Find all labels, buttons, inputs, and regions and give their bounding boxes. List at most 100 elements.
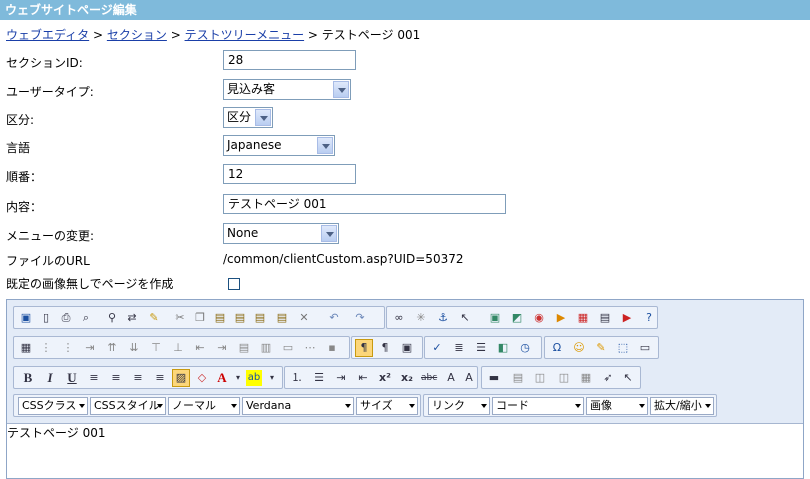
snippet-icon[interactable]: ✎ [593,340,609,356]
font-size-increase-icon[interactable]: A [443,370,459,386]
form-icon[interactable]: ≣ [451,340,467,356]
code-dropdown[interactable]: コード [492,397,584,415]
indent-icon[interactable]: ⇥ [333,370,349,386]
eraser-icon[interactable]: ◇ [194,370,210,386]
breadcrumb-link-section[interactable]: セクション [107,28,167,42]
back-color-icon[interactable]: ab [246,370,262,386]
zoom-dropdown[interactable]: 拡大/縮小 [650,397,714,415]
split-cell-vertical-icon[interactable]: ▥ [258,340,274,356]
paste-html-icon[interactable]: ▤ [274,310,290,326]
css-class-dropdown[interactable]: CSSクラス [18,397,88,415]
chevron-down-icon[interactable] [157,404,163,408]
chevron-down-icon[interactable] [705,404,711,408]
delete-icon[interactable]: ✕ [296,310,312,326]
special-character-icon[interactable]: Ω [549,340,565,356]
show-borders-icon[interactable]: ▣ [399,340,415,356]
replace-icon[interactable]: ⇄ [124,310,140,326]
chevron-down-icon[interactable] [321,225,337,242]
font-size-decrease-icon[interactable]: A [461,370,477,386]
cut-icon[interactable]: ✂ [172,310,188,326]
order-input[interactable]: 12 [223,164,356,184]
align-right-icon[interactable]: ≡ [130,370,146,386]
select-element-icon[interactable]: ➶ [600,370,616,386]
insert-paragraph-icon[interactable]: ▤ [510,370,526,386]
delete-row-icon[interactable]: ⊥ [170,340,186,356]
italic-icon[interactable]: I [42,370,58,386]
paste-icon[interactable]: ▤ [212,310,228,326]
table-properties-icon[interactable]: ⋯ [302,340,318,356]
chevron-down-icon[interactable] [333,81,349,98]
breadcrumb-link-web-editor[interactable]: ウェブエディタ [6,28,89,42]
language-select[interactable]: Japanese [223,135,335,156]
insert-row-below-icon[interactable]: ⇊ [126,340,142,356]
send-backward-icon[interactable]: ◫ [556,370,572,386]
section-id-input[interactable]: 28 [223,50,356,70]
chevron-down-icon[interactable] [255,109,271,126]
underline-icon[interactable]: U [64,370,80,386]
fore-color-icon[interactable]: A [214,370,230,386]
chevron-down-icon[interactable] [345,404,351,408]
pointer-icon[interactable]: ↖ [620,370,636,386]
chevron-down-icon[interactable] [231,404,237,408]
find-icon[interactable]: ⚲ [104,310,120,326]
paragraph-rtl-icon[interactable]: ¶ [377,340,393,356]
merge-left-icon[interactable]: ⇤ [192,340,208,356]
category-select[interactable]: 区分 [223,107,273,128]
bold-icon[interactable]: B [20,370,36,386]
split-cell-icon[interactable]: ▤ [236,340,252,356]
paste-text-icon[interactable]: ▤ [232,310,248,326]
strikethrough-icon[interactable]: abc [421,370,437,386]
delete-table-icon[interactable]: ▪ [324,340,340,356]
textbox-icon[interactable]: ☰ [473,340,489,356]
xhtml-validator-icon[interactable]: ▭ [637,340,653,356]
merge-right-icon[interactable]: ⇥ [214,340,230,356]
pdf-icon[interactable]: ▦ [575,310,591,326]
css-style-dropdown[interactable]: CSSスタイル [90,397,166,415]
insert-row-icon[interactable]: ⇥ [82,340,98,356]
chevron-down-icon[interactable] [79,404,85,408]
absolute-position-icon[interactable]: ⬚ [615,340,631,356]
align-center-icon[interactable]: ≡ [108,370,124,386]
insert-column-left-icon[interactable]: ⋮ [38,340,54,356]
align-justify-icon[interactable]: ≡ [152,370,168,386]
clean-icon[interactable]: ✎ [146,310,162,326]
preview-icon[interactable]: ⌕ [78,310,94,326]
print-icon[interactable]: ⎙ [58,310,74,326]
chevron-down-icon[interactable] [575,404,581,408]
content-input[interactable]: テストページ 001 [223,194,506,214]
media-icon[interactable]: ▶ [553,310,569,326]
grid-icon[interactable]: ▦ [578,370,594,386]
editor-content-area[interactable]: テストページ 001 [7,424,105,441]
chevron-down-icon[interactable] [639,404,645,408]
image-dropdown[interactable]: 画像 [586,397,648,415]
hyperlink-manager-icon[interactable]: ↖ [457,310,473,326]
paste-word-icon[interactable]: ▤ [252,310,268,326]
font-size-dropdown[interactable]: サイズ [356,397,418,415]
insert-row-above-icon[interactable]: ⇈ [104,340,120,356]
flash-icon[interactable]: ◉ [531,310,547,326]
no-default-image-checkbox[interactable] [228,278,240,290]
format-block-dropdown[interactable]: ノーマル [168,397,240,415]
spellcheck-icon[interactable]: ✓ [429,340,445,356]
undo-icon[interactable]: ↶ [326,310,342,326]
date-time-icon[interactable]: ◷ [517,340,533,356]
font-name-dropdown[interactable]: Verdana [242,397,354,415]
table-icon[interactable]: ▦ [18,340,34,356]
cell-properties-icon[interactable]: ▭ [280,340,296,356]
bullet-list-icon[interactable]: ☰ [311,370,327,386]
chevron-down-icon[interactable] [317,137,333,154]
breadcrumb-link-tree-menu[interactable]: テストツリーメニュー [185,28,305,42]
chevron-down-icon[interactable] [409,404,415,408]
align-none-icon[interactable]: ▨ [172,369,190,387]
align-left-icon[interactable]: ≡ [86,370,102,386]
save-icon[interactable]: ▣ [18,310,34,326]
subscript-icon[interactable]: x₂ [399,370,415,386]
link-icon[interactable]: ∞ [391,310,407,326]
insert-column-right-icon[interactable]: ⋮ [60,340,76,356]
template-icon[interactable]: ◧ [495,340,511,356]
unlink-icon[interactable]: ✳ [413,310,429,326]
image-manager-icon[interactable]: ▣ [487,310,503,326]
bring-forward-icon[interactable]: ◫ [532,370,548,386]
user-type-select[interactable]: 見込み客 [223,79,351,100]
image-map-icon[interactable]: ◩ [509,310,525,326]
